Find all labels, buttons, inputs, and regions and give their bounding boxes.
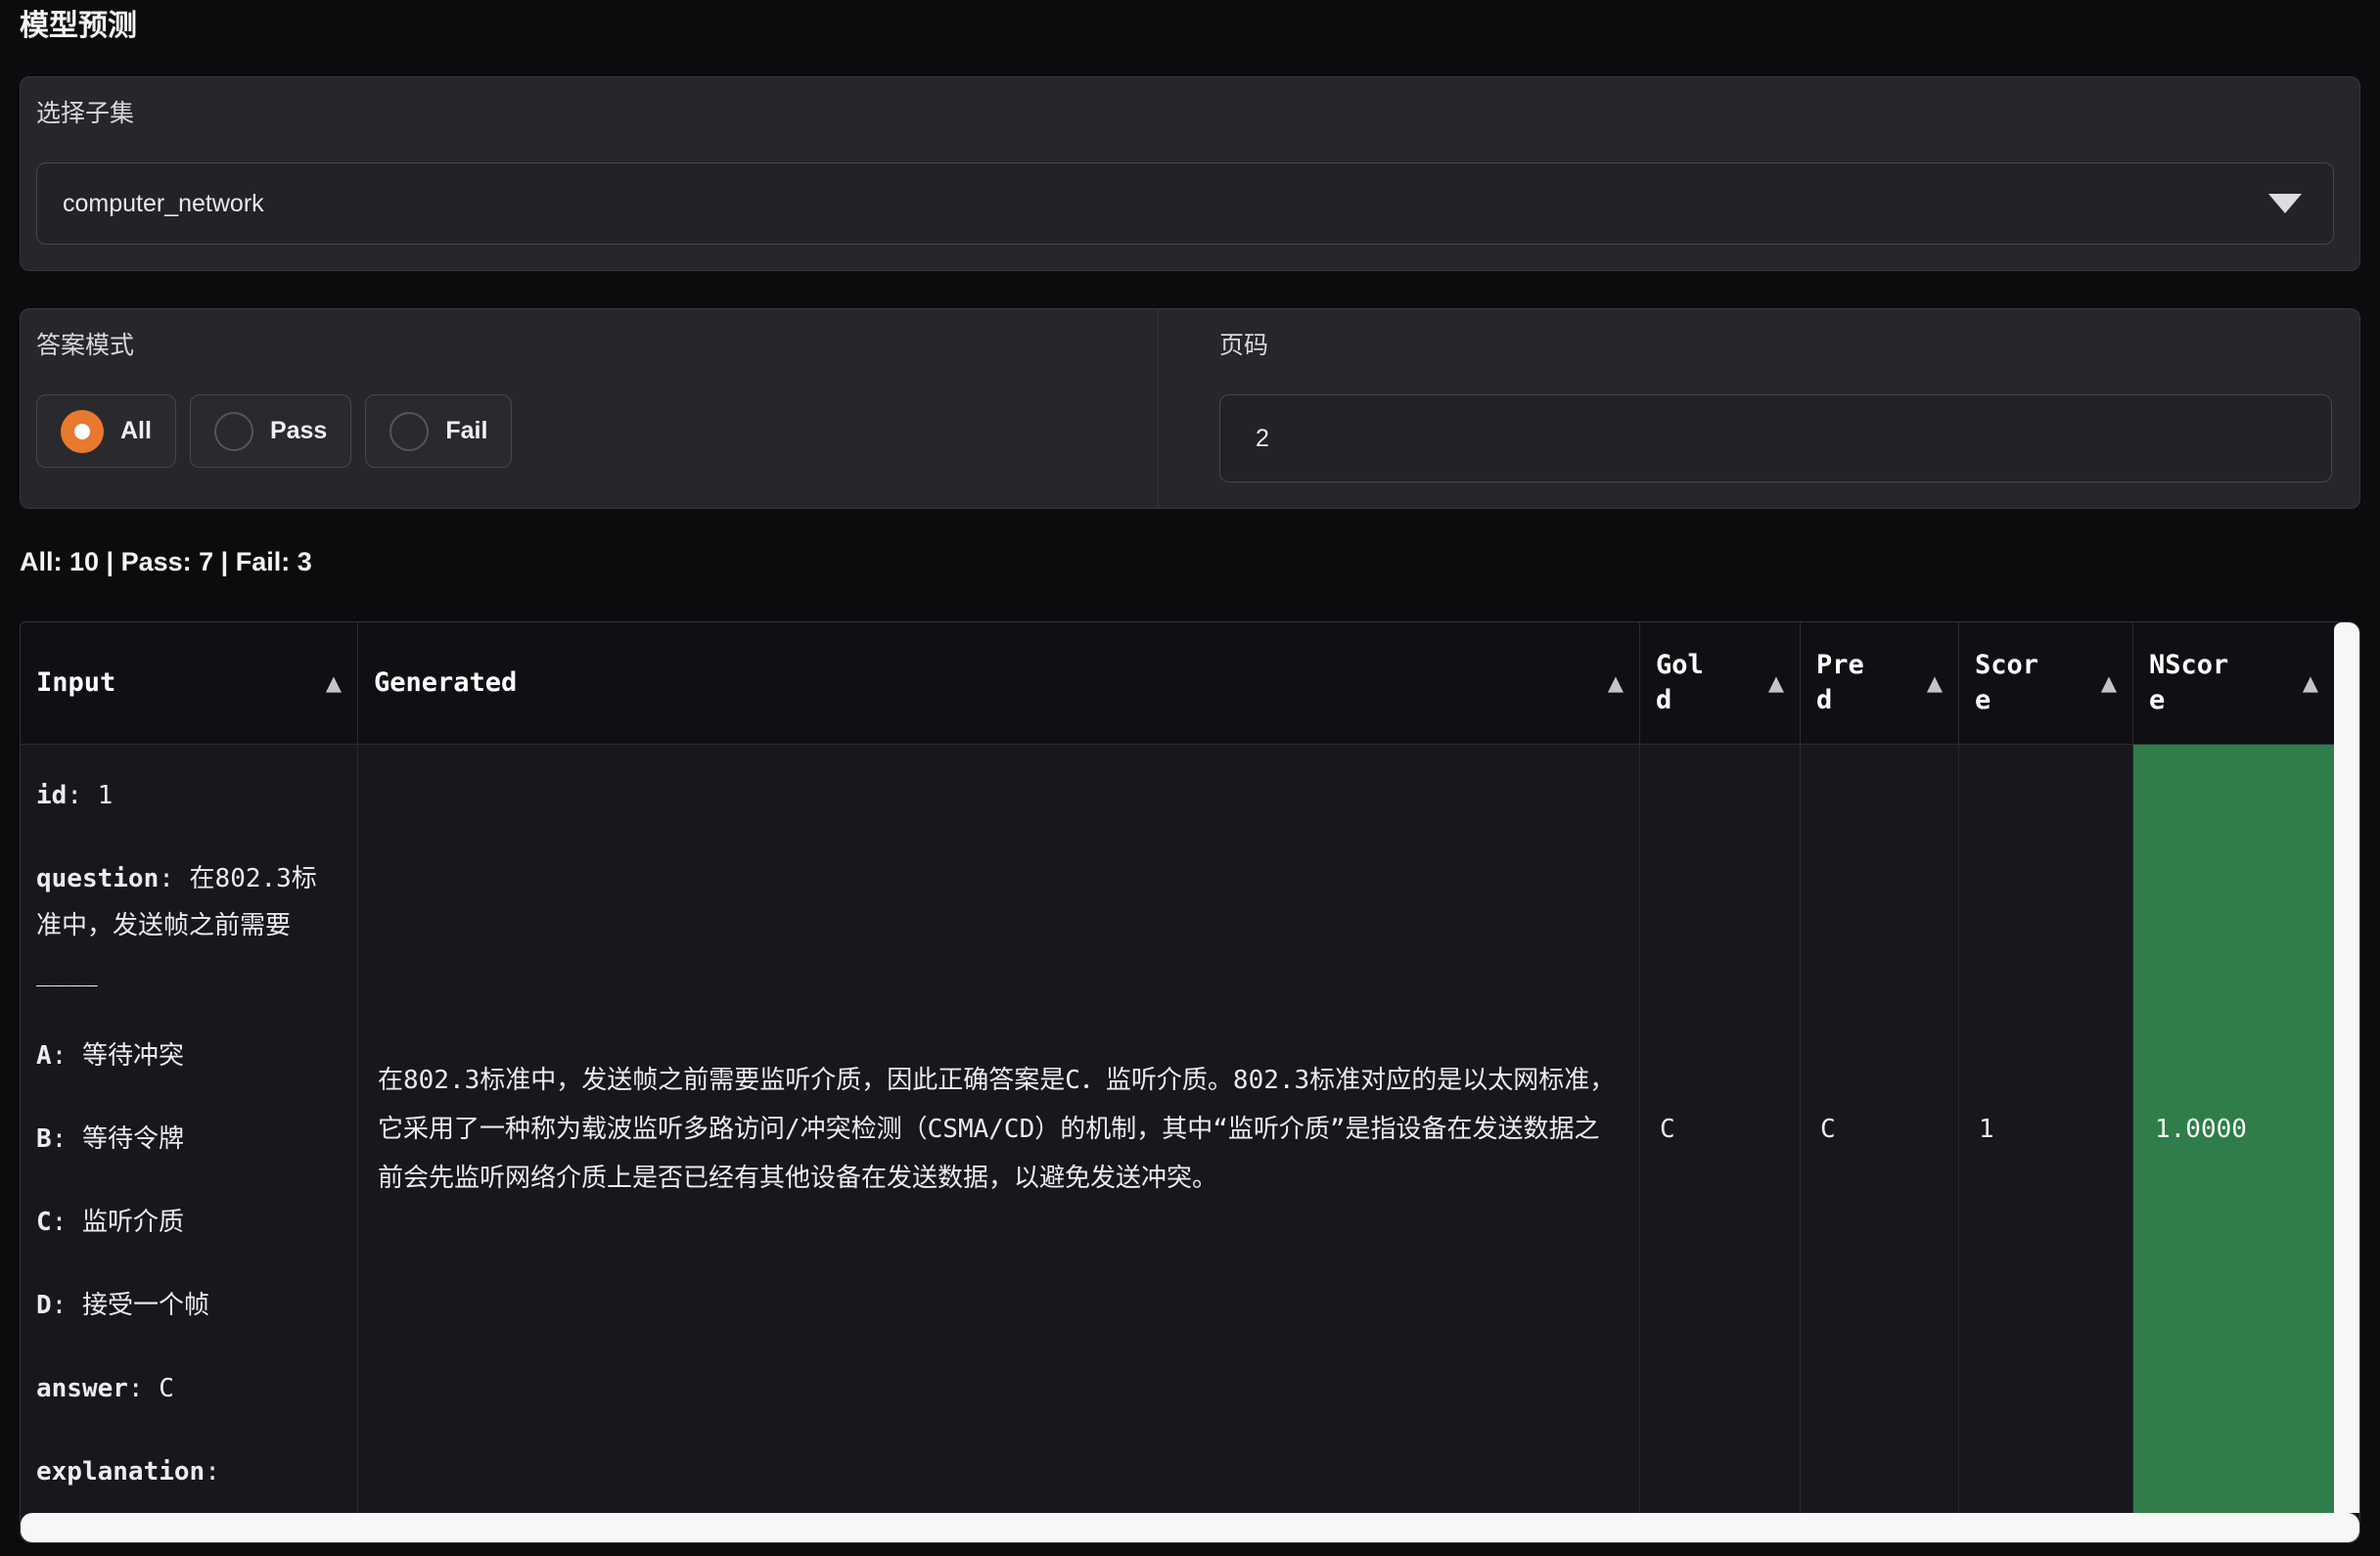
subset-dropdown-value: computer_network (63, 190, 264, 218)
page-title: 模型预测 (20, 4, 2360, 49)
answer-mode-radio-row: All Pass Fail (36, 394, 1132, 468)
page-number-value: 2 (1256, 425, 1269, 453)
radio-option-label: Pass (270, 417, 327, 445)
table-main: Input ▲ Generated ▲ Gold ▲ Pred ▲ Score (21, 622, 2334, 1513)
radio-option-fail[interactable]: Fail (365, 394, 512, 468)
stats-text: All: 10 | Pass: 7 | Fail: 3 (20, 545, 2360, 578)
sort-asc-icon[interactable]: ▲ (326, 665, 342, 701)
page-number-input[interactable]: 2 (1219, 394, 2332, 482)
column-header-pred[interactable]: Pred ▲ (1801, 622, 1959, 744)
page: 模型预测 选择子集 computer_network 答案模式 All Pass (0, 0, 2380, 1543)
sort-asc-icon[interactable]: ▲ (2101, 665, 2117, 701)
radio-option-pass[interactable]: Pass (190, 394, 351, 468)
answer-mode-label: 答案模式 (36, 329, 1132, 362)
radio-option-label: Fail (445, 417, 487, 445)
radio-unselected-icon (214, 412, 253, 451)
radio-option-label: All (120, 417, 152, 445)
column-header-score[interactable]: Score ▲ (1959, 622, 2133, 744)
predictions-table: Input ▲ Generated ▲ Gold ▲ Pred ▲ Score (20, 621, 2360, 1543)
sort-asc-icon[interactable]: ▲ (2303, 665, 2318, 701)
cell-nscore[interactable]: 1.0000 (2133, 745, 2334, 1513)
page-number-group: 页码 2 (1159, 309, 2359, 508)
answer-mode-group: 答案模式 All Pass Fail (21, 309, 1159, 508)
table-horizontal-scrollbar[interactable] (21, 1513, 2359, 1542)
cell-score[interactable]: 1 (1959, 745, 2133, 1513)
table-row: id: 1 question: 在802.3标准中，发送帧之前需要____ A:… (21, 745, 2334, 1513)
cell-gold[interactable]: C (1640, 745, 1801, 1513)
dropdown-arrow-icon (2268, 194, 2302, 213)
page-number-label: 页码 (1219, 329, 2332, 362)
filter-panel: 答案模式 All Pass Fail 页码 2 (20, 308, 2360, 509)
sort-asc-icon[interactable]: ▲ (1768, 665, 1784, 701)
sort-asc-icon[interactable]: ▲ (1608, 665, 1624, 701)
subset-dropdown[interactable]: computer_network (36, 162, 2334, 245)
cell-generated[interactable]: 在802.3标准中，发送帧之前需要监听介质，因此正确答案是C．监听介质。802.… (358, 745, 1640, 1513)
column-header-input[interactable]: Input ▲ (21, 622, 358, 744)
column-header-generated[interactable]: Generated ▲ (358, 622, 1640, 744)
column-header-gold[interactable]: Gold ▲ (1640, 622, 1801, 744)
table-header-row: Input ▲ Generated ▲ Gold ▲ Pred ▲ Score (21, 622, 2334, 745)
sort-asc-icon[interactable]: ▲ (1927, 665, 1943, 701)
cell-pred[interactable]: C (1801, 745, 1959, 1513)
radio-selected-icon (61, 410, 104, 453)
cell-input[interactable]: id: 1 question: 在802.3标准中，发送帧之前需要____ A:… (21, 745, 358, 1513)
table-vertical-scrollbar[interactable] (2334, 622, 2359, 1513)
subset-label: 选择子集 (36, 97, 2334, 130)
radio-unselected-icon (389, 412, 429, 451)
radio-option-all[interactable]: All (36, 394, 176, 468)
column-header-nscore[interactable]: NScore ▲ (2133, 622, 2334, 744)
subset-panel: 选择子集 computer_network (20, 76, 2360, 271)
